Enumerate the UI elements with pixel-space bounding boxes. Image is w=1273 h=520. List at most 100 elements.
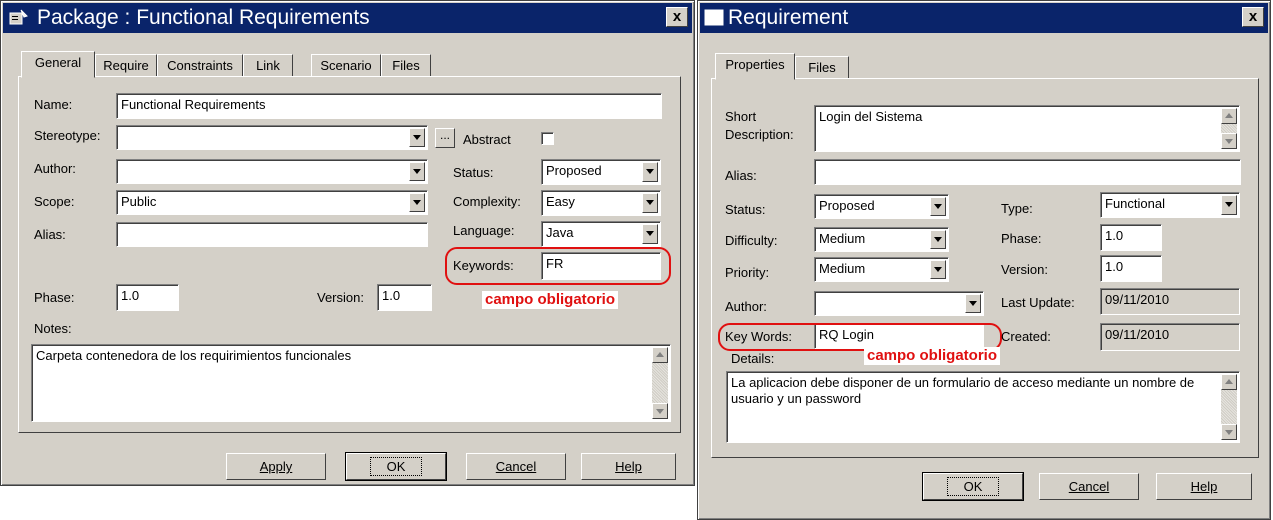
chevron-down-icon[interactable] [642, 224, 658, 244]
complexity-label: Complexity: [453, 194, 521, 209]
scroll-down-icon[interactable] [652, 403, 668, 419]
short-description-scrollbar[interactable] [1221, 108, 1237, 149]
language-label: Language: [453, 223, 515, 238]
window-icon [704, 9, 724, 26]
package-title: Package : Functional Requirements [37, 6, 370, 29]
cancel-button[interactable]: Cancel [466, 453, 566, 480]
scope-label: Scope: [34, 194, 75, 209]
cancel-button[interactable]: Cancel [1039, 473, 1139, 500]
phase-label: Phase: [1001, 231, 1042, 246]
chevron-down-icon[interactable] [409, 193, 425, 212]
help-button[interactable]: Help [581, 453, 676, 480]
tab-files[interactable]: Files [381, 54, 431, 77]
abstract-checkbox[interactable] [541, 132, 554, 145]
required-field-annotation: campo obligatorio [482, 291, 619, 309]
close-icon[interactable]: x [666, 7, 688, 27]
last-update-field: 09/11/2010 [1100, 288, 1240, 315]
phase-field[interactable]: 1.0 [116, 284, 179, 311]
status-select[interactable]: Proposed [814, 194, 949, 219]
last-update-label: Last Update: [1001, 295, 1075, 310]
ok-button[interactable]: OK [922, 472, 1024, 501]
short-description-textarea[interactable]: Login del Sistema [814, 105, 1240, 152]
notes-label: Notes: [34, 321, 72, 336]
author-select[interactable] [116, 159, 428, 184]
status-label: Status: [453, 165, 494, 180]
version-label: Version: [317, 290, 364, 305]
stereotype-label: Stereotype: [34, 128, 101, 143]
details-textarea[interactable]: La aplicacion debe disponer de un formul… [726, 371, 1240, 443]
details-label: Details: [731, 351, 775, 366]
tab-constraints[interactable]: Constraints [157, 54, 243, 77]
phase-field[interactable]: 1.0 [1100, 224, 1162, 251]
tab-scenario[interactable]: Scenario [311, 54, 381, 77]
package-titlebar[interactable]: Package : Functional Requirements x [3, 3, 692, 33]
notes-textarea[interactable]: Carpeta contenedora de los requirimiento… [31, 344, 671, 422]
ok-button-label: OK [369, 457, 423, 476]
language-select[interactable]: Java [541, 221, 661, 247]
tab-properties[interactable]: Properties [715, 53, 795, 80]
author-label: Author: [34, 161, 76, 176]
version-field[interactable]: 1.0 [1100, 255, 1162, 282]
chevron-down-icon[interactable] [409, 162, 425, 181]
chevron-down-icon[interactable] [642, 162, 658, 182]
chevron-down-icon[interactable] [965, 294, 981, 313]
keywords-highlight [445, 247, 671, 285]
author-select[interactable] [814, 291, 984, 316]
difficulty-select[interactable]: Medium [814, 227, 949, 252]
requirement-dialog: Requirement x Properties Files Short Des… [697, 0, 1271, 520]
tab-general[interactable]: General [21, 51, 95, 78]
type-select[interactable]: Functional [1100, 192, 1240, 218]
scope-select[interactable]: Public [116, 190, 428, 215]
requirement-titlebar[interactable]: Requirement x [700, 3, 1268, 33]
alias-field[interactable] [116, 222, 428, 247]
ok-button[interactable]: OK [345, 452, 447, 481]
close-icon[interactable]: x [1242, 7, 1264, 27]
name-label: Name: [34, 97, 73, 112]
chevron-down-icon[interactable] [409, 128, 425, 147]
stereotype-select[interactable] [116, 125, 428, 150]
status-select[interactable]: Proposed [541, 159, 661, 185]
tab-files[interactable]: Files [795, 56, 849, 79]
created-field: 09/11/2010 [1100, 323, 1240, 351]
alias-label: Alias: [725, 168, 757, 183]
package-properties-icon [9, 9, 28, 25]
details-text: La aplicacion debe disponer de un formul… [731, 375, 1195, 406]
apply-button[interactable]: Apply [226, 453, 326, 480]
created-label: Created: [1001, 329, 1051, 344]
notes-text: Carpeta contenedora de los requirimiento… [36, 348, 352, 363]
short-description-text: Login del Sistema [819, 109, 923, 124]
status-label: Status: [725, 202, 766, 217]
requirement-title: Requirement [728, 6, 849, 29]
abstract-label: Abstract [463, 132, 511, 147]
details-scrollbar[interactable] [1221, 374, 1237, 440]
scroll-down-icon[interactable] [1221, 424, 1237, 440]
alias-label: Alias: [34, 227, 66, 242]
alias-field[interactable] [814, 159, 1241, 185]
priority-label: Priority: [725, 265, 770, 280]
stereotype-browse-button[interactable]: ... [435, 128, 455, 148]
version-field[interactable]: 1.0 [377, 284, 432, 311]
scroll-up-icon[interactable] [1221, 108, 1237, 124]
help-button[interactable]: Help [1156, 473, 1252, 500]
priority-select[interactable]: Medium [814, 257, 949, 282]
chevron-down-icon[interactable] [930, 197, 946, 216]
name-field[interactable]: Functional Requirements [116, 93, 662, 119]
phase-label: Phase: [34, 290, 75, 305]
tab-link[interactable]: Link [243, 54, 293, 77]
scroll-up-icon[interactable] [1221, 374, 1237, 390]
chevron-down-icon[interactable] [930, 230, 946, 249]
short-description-label-1: Short [725, 109, 757, 124]
chevron-down-icon[interactable] [642, 193, 658, 213]
complexity-select[interactable]: Easy [541, 190, 661, 216]
scroll-down-icon[interactable] [1221, 133, 1237, 149]
package-dialog: Package : Functional Requirements x Gene… [0, 0, 695, 486]
author-label: Author: [725, 299, 767, 314]
scroll-up-icon[interactable] [652, 347, 668, 363]
version-label: Version: [1001, 262, 1048, 277]
tab-require[interactable]: Require [95, 54, 157, 77]
chevron-down-icon[interactable] [930, 260, 946, 279]
ok-button-label: OK [946, 477, 1000, 496]
notes-scrollbar[interactable] [652, 347, 668, 419]
chevron-down-icon[interactable] [1221, 195, 1237, 215]
required-field-annotation: campo obligatorio [864, 347, 1001, 365]
